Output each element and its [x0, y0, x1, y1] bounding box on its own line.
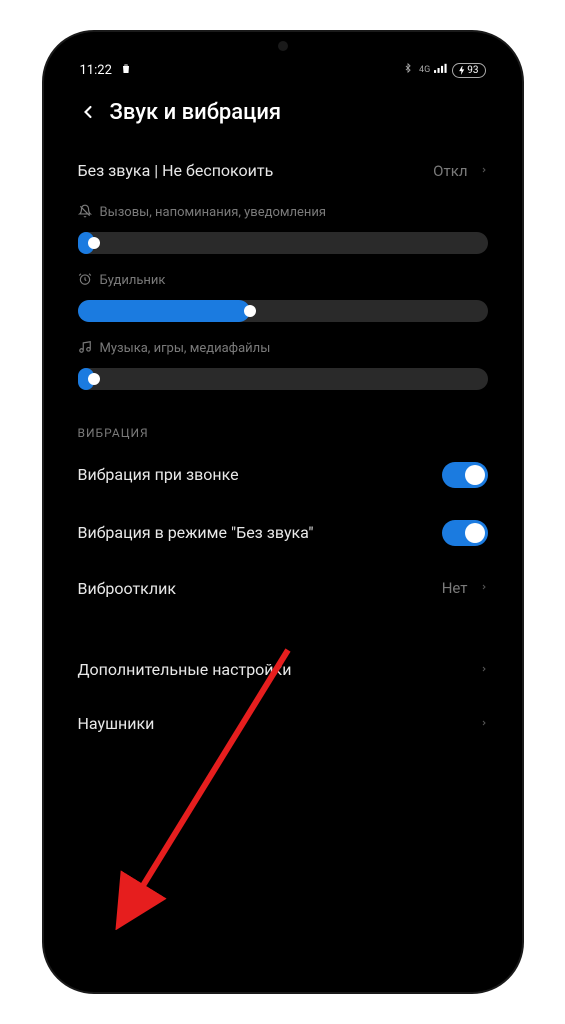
- dnd-row[interactable]: Без звука | Не беспокоить Откл: [78, 144, 488, 198]
- dnd-value: Откл: [433, 162, 467, 180]
- battery-indicator: 93: [452, 63, 485, 78]
- vibrate-on-call-toggle[interactable]: [442, 462, 488, 488]
- vibrate-silent-toggle[interactable]: [442, 520, 488, 546]
- page-title: Звук и вибрация: [110, 100, 282, 125]
- media-slider-label: Музыка, игры, медиафайлы: [100, 341, 271, 356]
- screen: 11:22 4G 93: [58, 46, 508, 978]
- vibration-section-header: ВИБРАЦИЯ: [78, 426, 488, 440]
- chevron-right-icon: [480, 660, 488, 679]
- advanced-settings-label: Дополнительные настройки: [78, 659, 292, 681]
- chevron-right-icon: [480, 714, 488, 733]
- vibrate-silent-row[interactable]: Вибрация в режиме "Без звука": [78, 504, 488, 562]
- vibrate-on-call-label: Вибрация при звонке: [78, 464, 239, 486]
- headphones-row[interactable]: Наушники: [78, 697, 488, 751]
- battery-percent: 93: [467, 65, 478, 76]
- dnd-label: Без звука | Не беспокоить: [78, 160, 274, 182]
- advanced-settings-row[interactable]: Дополнительные настройки: [78, 643, 488, 697]
- music-icon: [78, 340, 92, 358]
- trash-icon: [120, 62, 132, 79]
- ring-volume-block: Вызовы, напоминания, уведомления: [78, 204, 488, 254]
- back-button[interactable]: [70, 94, 106, 130]
- haptic-value: Нет: [442, 579, 468, 597]
- alarm-slider[interactable]: [78, 300, 488, 322]
- chevron-right-icon: [480, 579, 488, 597]
- signal-icon: [434, 62, 448, 78]
- haptic-label: Виброотклик: [78, 578, 176, 600]
- vibrate-silent-label: Вибрация в режиме "Без звука": [78, 522, 314, 544]
- status-time: 11:22: [80, 63, 112, 78]
- alarm-volume-block: Будильник: [78, 272, 488, 322]
- notch: [203, 32, 363, 60]
- ring-slider[interactable]: [78, 232, 488, 254]
- headphones-label: Наушники: [78, 713, 155, 735]
- phone-frame: 11:22 4G 93: [44, 32, 522, 992]
- alarm-icon: [78, 272, 92, 290]
- ring-slider-label: Вызовы, напоминания, уведомления: [100, 205, 327, 220]
- vibrate-on-call-row[interactable]: Вибрация при звонке: [78, 446, 488, 504]
- network-type: 4G: [419, 65, 430, 75]
- media-volume-block: Музыка, игры, медиафайлы: [78, 340, 488, 390]
- header: Звук и вибрация: [58, 86, 508, 144]
- chevron-right-icon: [480, 162, 488, 180]
- media-slider[interactable]: [78, 368, 488, 390]
- bell-off-icon: [78, 204, 92, 222]
- haptic-row[interactable]: Виброотклик Нет: [78, 562, 488, 616]
- bluetooth-icon: [403, 61, 413, 79]
- alarm-slider-label: Будильник: [100, 273, 166, 288]
